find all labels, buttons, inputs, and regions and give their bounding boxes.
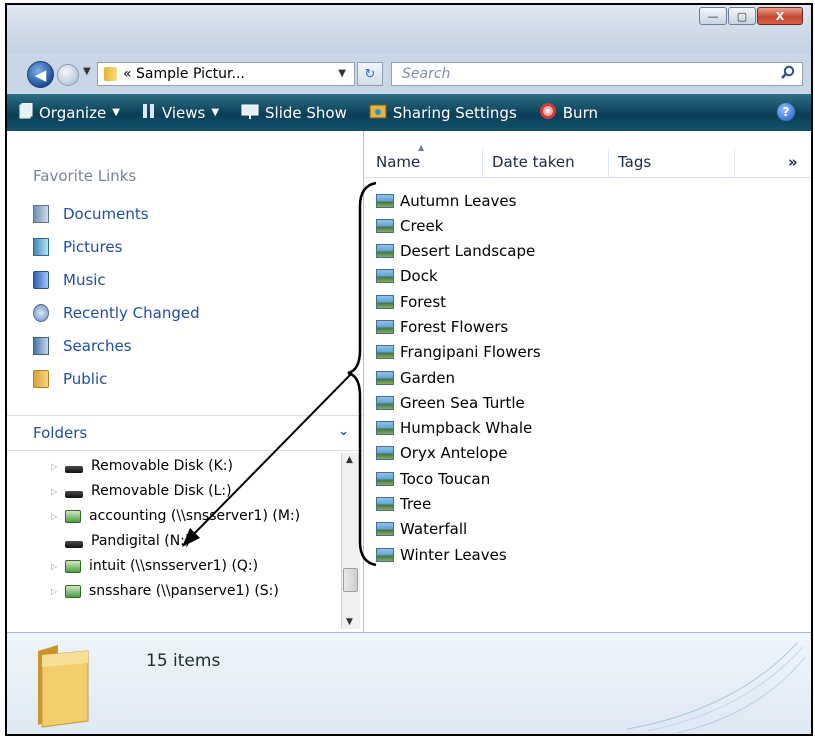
- annotation-overlay: [182, 181, 377, 567]
- annotation-arrow-line: [187, 372, 353, 541]
